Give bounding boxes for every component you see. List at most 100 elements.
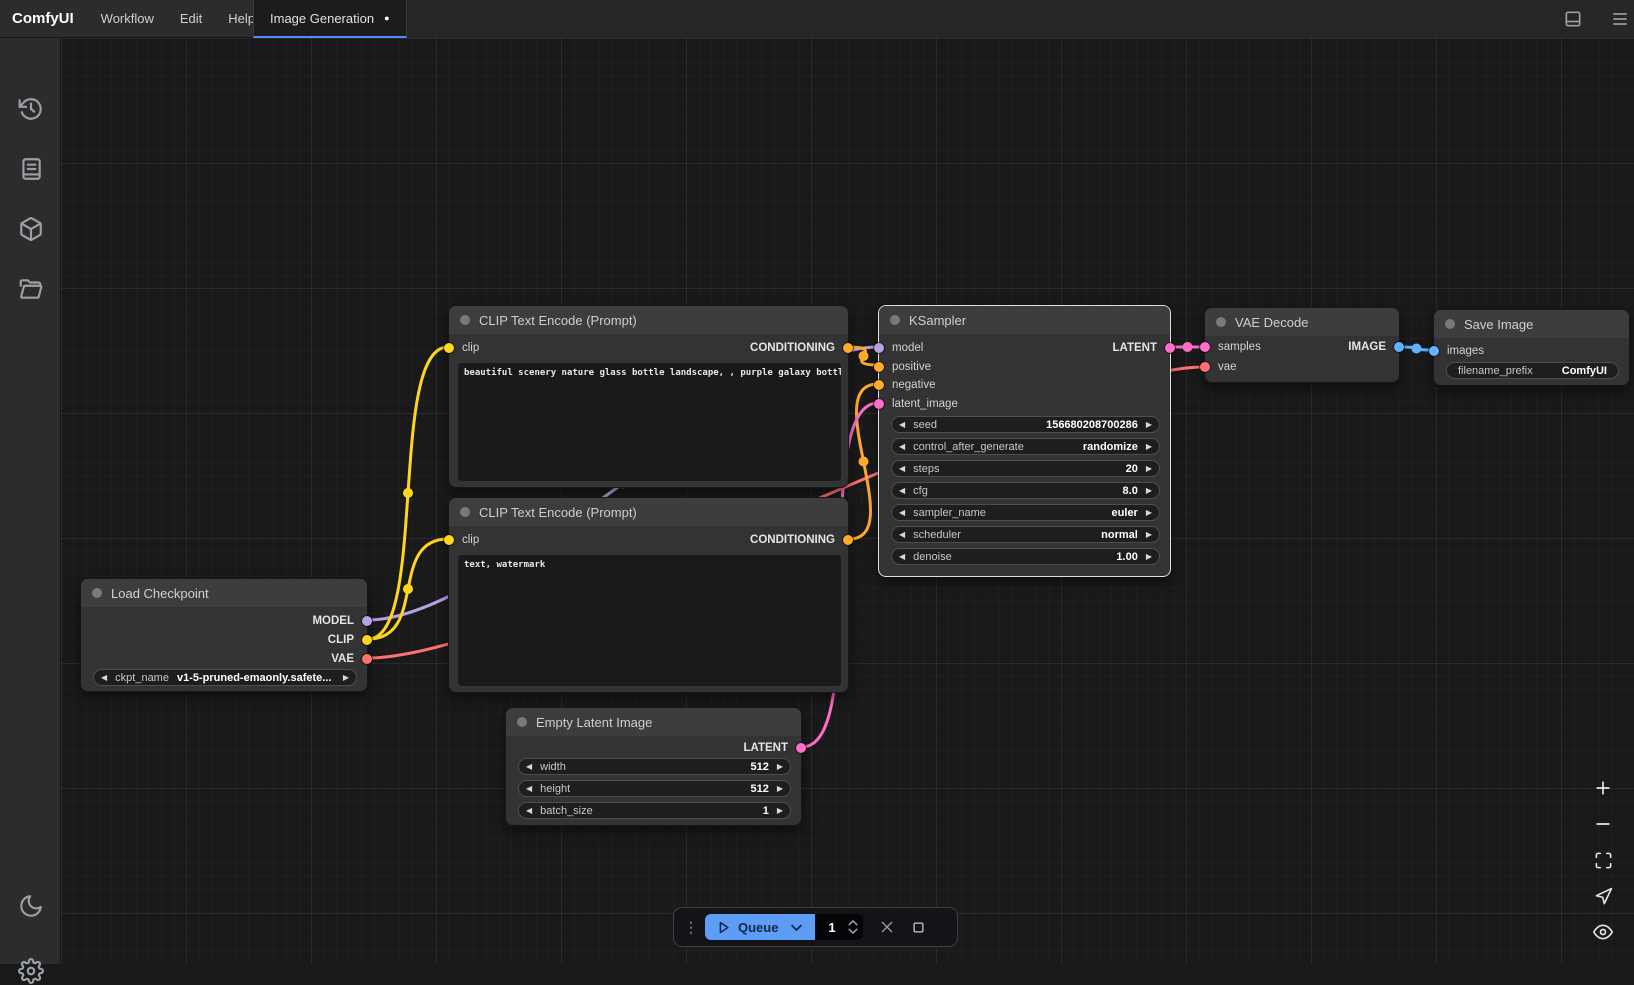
collapse-dot-icon[interactable] xyxy=(92,588,102,598)
widget-next-icon[interactable]: ▶ xyxy=(777,807,783,815)
port-vae-input[interactable] xyxy=(1200,362,1210,372)
port-clip-output[interactable] xyxy=(362,635,372,645)
widget-next-icon[interactable]: ▶ xyxy=(777,785,783,793)
widget-prev-icon[interactable]: ◀ xyxy=(526,763,532,771)
port-latent-output[interactable] xyxy=(1165,343,1175,353)
port-conditioning-output[interactable] xyxy=(843,343,853,353)
node-clip-text-encode-negative[interactable]: CLIP Text Encode (Prompt) clip CONDITION… xyxy=(448,497,849,693)
queue-run-button[interactable]: Queue xyxy=(705,914,815,940)
clear-queue-close-icon[interactable] xyxy=(879,919,895,935)
batch-count-spinner[interactable] xyxy=(848,920,863,934)
node-save-image[interactable]: Save Image images filename_prefix ComfyU… xyxy=(1433,309,1630,386)
fit-view-icon[interactable] xyxy=(1591,848,1615,872)
collapse-dot-icon[interactable] xyxy=(1445,319,1455,329)
tab-image-generation[interactable]: Image Generation ● xyxy=(253,0,407,38)
widget-next-icon[interactable]: ▶ xyxy=(1146,531,1152,539)
queue-log-icon[interactable] xyxy=(17,155,45,183)
menu-workflow[interactable]: Workflow xyxy=(88,0,167,38)
widget-sampler-name[interactable]: ◀ sampler_name euler ▶ xyxy=(891,504,1160,521)
toggle-bottom-panel-icon[interactable] xyxy=(1561,7,1585,31)
widget-next-icon[interactable]: ▶ xyxy=(1146,509,1152,517)
prompt-textarea[interactable]: text, watermark xyxy=(458,555,841,686)
widget-prev-icon[interactable]: ◀ xyxy=(899,487,905,495)
port-image-output[interactable] xyxy=(1394,342,1404,352)
widget-next-icon[interactable]: ▶ xyxy=(777,763,783,771)
port-vae-output[interactable] xyxy=(362,654,372,664)
queue-options-chevron-icon[interactable] xyxy=(789,920,804,935)
widget-prev-icon[interactable]: ◀ xyxy=(899,531,905,539)
widget-next-icon[interactable]: ▶ xyxy=(1146,553,1152,561)
node-header[interactable]: CLIP Text Encode (Prompt) xyxy=(449,498,848,526)
zoom-in-icon[interactable] xyxy=(1591,776,1615,800)
widget-steps[interactable]: ◀ steps 20 ▶ xyxy=(891,460,1160,477)
port-conditioning-output[interactable] xyxy=(843,535,853,545)
collapse-dot-icon[interactable] xyxy=(1216,317,1226,327)
widget-next-icon[interactable]: ▶ xyxy=(1146,421,1152,429)
toggle-link-visibility-eye-icon[interactable] xyxy=(1591,920,1615,944)
port-samples-input[interactable] xyxy=(1200,342,1210,352)
node-empty-latent-image[interactable]: Empty Latent Image LATENT ◀ width 512 ▶ … xyxy=(505,707,802,826)
port-model-input[interactable] xyxy=(874,343,884,353)
collapse-dot-icon[interactable] xyxy=(890,315,900,325)
spin-up-icon[interactable] xyxy=(848,920,858,926)
widget-prev-icon[interactable]: ◀ xyxy=(899,443,905,451)
widget-ckpt-name[interactable]: ◀ ckpt_name v1-5-pruned-emaonly.safete..… xyxy=(93,669,357,686)
spin-down-icon[interactable] xyxy=(848,928,858,934)
port-clip-input[interactable] xyxy=(444,343,454,353)
node-library-cube-icon[interactable] xyxy=(17,215,45,243)
theme-moon-icon[interactable] xyxy=(17,892,45,920)
unsaved-changes-dot-icon: ● xyxy=(384,14,389,23)
widget-height[interactable]: ◀ height 512 ▶ xyxy=(518,780,791,797)
node-clip-text-encode-positive[interactable]: CLIP Text Encode (Prompt) clip CONDITION… xyxy=(448,305,849,488)
widget-prev-icon[interactable]: ◀ xyxy=(899,553,905,561)
widget-width[interactable]: ◀ width 512 ▶ xyxy=(518,758,791,775)
widget-next-icon[interactable]: ▶ xyxy=(1146,465,1152,473)
batch-count-input[interactable]: 1 xyxy=(815,914,863,940)
node-header[interactable]: Save Image xyxy=(1434,310,1629,338)
stop-icon[interactable] xyxy=(911,920,926,935)
node-header[interactable]: Load Checkpoint xyxy=(81,579,367,607)
port-clip-input[interactable] xyxy=(444,535,454,545)
port-latent-image-input[interactable] xyxy=(874,399,884,409)
node-header[interactable]: KSampler xyxy=(879,306,1170,334)
node-header[interactable]: CLIP Text Encode (Prompt) xyxy=(449,306,848,334)
widget-denoise[interactable]: ◀ denoise 1.00 ▶ xyxy=(891,548,1160,565)
workflows-folder-icon[interactable] xyxy=(17,275,45,303)
widget-prev-icon[interactable]: ◀ xyxy=(899,465,905,473)
widget-prev-icon[interactable]: ◀ xyxy=(526,807,532,815)
collapse-dot-icon[interactable] xyxy=(517,717,527,727)
widget-scheduler[interactable]: ◀ scheduler normal ▶ xyxy=(891,526,1160,543)
port-positive-input[interactable] xyxy=(874,362,884,372)
node-header[interactable]: VAE Decode xyxy=(1205,308,1399,336)
port-model-output[interactable] xyxy=(362,616,372,626)
widget-prev-icon[interactable]: ◀ xyxy=(101,674,107,682)
node-ksampler[interactable]: KSampler model LATENT positive negative … xyxy=(878,305,1171,577)
port-latent-output[interactable] xyxy=(796,743,806,753)
drag-handle-icon[interactable]: ⋮ xyxy=(684,919,697,936)
widget-cfg[interactable]: ◀ cfg 8.0 ▶ xyxy=(891,482,1160,499)
prompt-textarea[interactable]: beautiful scenery nature glass bottle la… xyxy=(458,363,841,481)
widget-seed[interactable]: ◀ seed 156680208700286 ▶ xyxy=(891,416,1160,433)
widget-filename-prefix[interactable]: filename_prefix ComfyUI xyxy=(1446,362,1619,379)
widget-next-icon[interactable]: ▶ xyxy=(343,674,349,682)
widget-next-icon[interactable]: ▶ xyxy=(1146,487,1152,495)
node-load-checkpoint[interactable]: Load Checkpoint MODEL CLIP VAE ◀ ckpt_na… xyxy=(80,578,368,692)
node-vae-decode[interactable]: VAE Decode samples IMAGE vae xyxy=(1204,307,1400,383)
history-icon[interactable] xyxy=(17,95,45,123)
settings-gear-icon[interactable] xyxy=(17,957,45,985)
zoom-out-icon[interactable] xyxy=(1591,812,1615,836)
widget-batch-size[interactable]: ◀ batch_size 1 ▶ xyxy=(518,802,791,819)
collapse-dot-icon[interactable] xyxy=(460,507,470,517)
widget-prev-icon[interactable]: ◀ xyxy=(899,421,905,429)
port-negative-input[interactable] xyxy=(874,380,884,390)
widget-control-after-generate[interactable]: ◀ control_after_generate randomize ▶ xyxy=(891,438,1160,455)
widget-next-icon[interactable]: ▶ xyxy=(1146,443,1152,451)
collapse-dot-icon[interactable] xyxy=(460,315,470,325)
select-mode-arrow-icon[interactable] xyxy=(1591,884,1615,908)
menu-edit[interactable]: Edit xyxy=(167,0,215,38)
node-header[interactable]: Empty Latent Image xyxy=(506,708,801,736)
widget-prev-icon[interactable]: ◀ xyxy=(526,785,532,793)
hamburger-menu-icon[interactable] xyxy=(1608,7,1632,31)
widget-prev-icon[interactable]: ◀ xyxy=(899,509,905,517)
port-images-input[interactable] xyxy=(1429,346,1439,356)
